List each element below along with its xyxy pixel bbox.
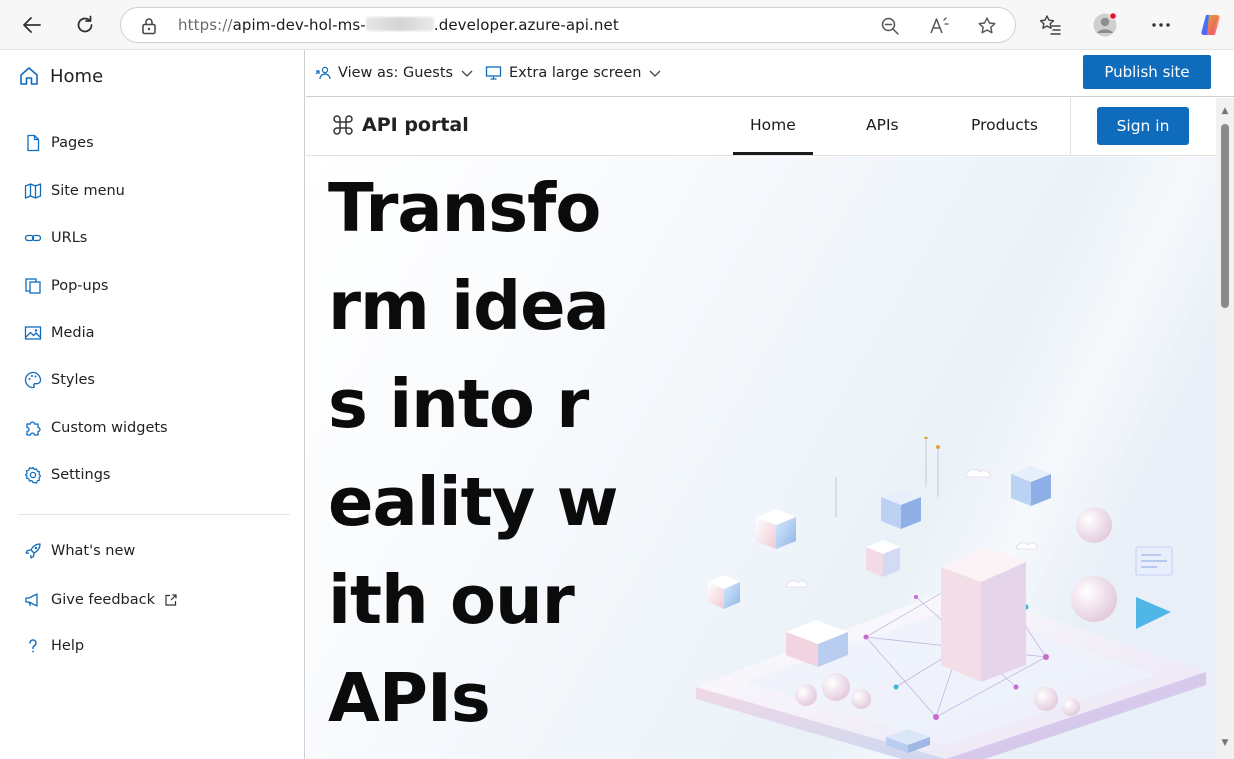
question-icon	[29, 639, 37, 653]
portal-brand-label: API portal	[362, 114, 469, 136]
sidebar-home-label: Home	[50, 65, 104, 87]
portal-header: API portal Home APIs Products Sign in	[306, 98, 1216, 156]
sidebar-item-site-menu[interactable]: Site menu	[24, 180, 125, 202]
sidebar-item-label: Media	[51, 325, 95, 341]
favorites-list-icon	[1039, 15, 1061, 35]
external-link-icon	[165, 594, 177, 606]
puzzle-icon	[26, 421, 41, 436]
chevron-down-icon	[649, 70, 661, 77]
sidebar-item-pop-ups[interactable]: Pop-ups	[24, 275, 108, 297]
lock-icon	[141, 17, 157, 39]
monitor-icon	[485, 66, 502, 80]
sidebar-item-label: Pages	[51, 135, 94, 151]
map-icon	[24, 183, 42, 199]
screen-size-label: Extra large screen	[509, 65, 642, 81]
sidebar-item-settings[interactable]: Settings	[24, 464, 110, 486]
publish-site-button[interactable]: Publish site	[1083, 55, 1211, 89]
view-as-dropdown[interactable]: View as: Guests	[315, 63, 474, 83]
back-arrow-icon	[23, 17, 41, 33]
refresh-icon	[77, 15, 93, 33]
redacted-url-segment	[365, 17, 434, 31]
sidebar-item-label: Custom widgets	[51, 420, 168, 436]
scroll-up-icon[interactable]: ▲	[1220, 106, 1230, 116]
active-tab-indicator	[733, 152, 813, 155]
sidebar-divider	[18, 514, 290, 515]
sidebar-item-help[interactable]: Help	[24, 635, 84, 657]
more-options-button[interactable]	[1148, 12, 1174, 38]
sidebar-home[interactable]: Home	[18, 64, 103, 88]
scroll-down-icon[interactable]: ▼	[1220, 738, 1230, 748]
editor-toolbar: View as: Guests Extra large screen Publi…	[306, 50, 1234, 97]
megaphone-icon	[25, 593, 38, 607]
sidebar-item-media[interactable]: Media	[24, 322, 95, 344]
palette-icon	[24, 371, 42, 389]
sidebar-item-label: Styles	[51, 372, 95, 388]
sidebar-item-label: URLs	[51, 230, 88, 246]
sidebar-item-styles[interactable]: Styles	[24, 369, 95, 391]
copilot-icon	[1201, 15, 1220, 35]
sidebar-item-label: What's new	[51, 543, 136, 559]
ellipsis-icon	[1152, 23, 1170, 27]
address-bar[interactable]: https://apim-dev-hol-ms- .developer.azure…	[120, 7, 1016, 43]
page-icon	[27, 134, 40, 152]
screen-size-dropdown[interactable]: Extra large screen	[485, 63, 662, 83]
preview-scrollbar[interactable]: ▲ ▼	[1216, 98, 1234, 759]
browser-toolbar: https://apim-dev-hol-ms- .developer.azure…	[0, 0, 1234, 50]
image-icon	[24, 326, 42, 340]
portal-preview: API portal Home APIs Products Sign in Tr…	[306, 98, 1234, 759]
profile-avatar-icon	[1093, 12, 1117, 37]
portal-tab-apis[interactable]: APIs	[866, 116, 899, 134]
link-icon	[24, 234, 42, 242]
portal-tab-products[interactable]: Products	[971, 116, 1038, 134]
hero-section: Transform ideas into reality with our AP…	[306, 157, 1216, 759]
sidebar-item-pages[interactable]: Pages	[24, 132, 94, 154]
sidebar-item-label: Help	[51, 638, 85, 654]
favorites-button[interactable]	[1037, 12, 1063, 38]
user-role-icon	[315, 66, 331, 80]
copilot-button[interactable]	[1198, 12, 1224, 38]
sidebar-item-label: Site menu	[51, 183, 125, 199]
sidebar-item-urls[interactable]: URLs	[24, 227, 87, 249]
command-key-icon	[333, 115, 353, 135]
sidebar-item-label: Settings	[51, 467, 111, 483]
url-host-end: .developer.azure-api.net	[433, 16, 619, 34]
zoom-out-icon[interactable]	[880, 16, 900, 36]
portal-brand[interactable]: API portal	[332, 114, 469, 136]
sidebar-item-custom-widgets[interactable]: Custom widgets	[24, 417, 168, 439]
sidebar-item-label: Pop-ups	[51, 278, 109, 294]
read-aloud-icon[interactable]	[929, 16, 949, 36]
scroll-thumb[interactable]	[1221, 124, 1229, 308]
chevron-down-icon	[461, 70, 473, 77]
view-as-label: View as: Guests	[338, 65, 454, 81]
header-separator	[1070, 98, 1071, 156]
home-icon	[20, 67, 38, 85]
popup-icon	[25, 278, 41, 294]
sign-in-button[interactable]: Sign in	[1097, 107, 1189, 145]
url-protocol: https://	[178, 16, 233, 34]
profile-button[interactable]	[1092, 12, 1118, 38]
url-host-start: apim-dev-hol-ms-	[232, 16, 366, 34]
isometric-city-illustration	[696, 437, 1206, 759]
favorite-star-icon[interactable]	[977, 16, 997, 36]
rocket-icon	[25, 543, 41, 559]
refresh-button[interactable]	[72, 12, 98, 38]
sidebar-item-whats-new[interactable]: What's new	[24, 540, 135, 562]
portal-tab-home[interactable]: Home	[750, 116, 796, 134]
url-text[interactable]: https://apim-dev-hol-ms- .developer.azure…	[178, 16, 619, 34]
sidebar-item-give-feedback[interactable]: Give feedback	[24, 589, 178, 611]
editor-sidebar: Home Pages Site menu URLs Pop-ups Media …	[0, 50, 305, 759]
sidebar-item-label: Give feedback	[51, 592, 155, 608]
gear-icon	[24, 466, 42, 484]
back-button[interactable]	[19, 12, 45, 38]
hero-title: Transform ideas into reality with our AP…	[328, 169, 619, 737]
